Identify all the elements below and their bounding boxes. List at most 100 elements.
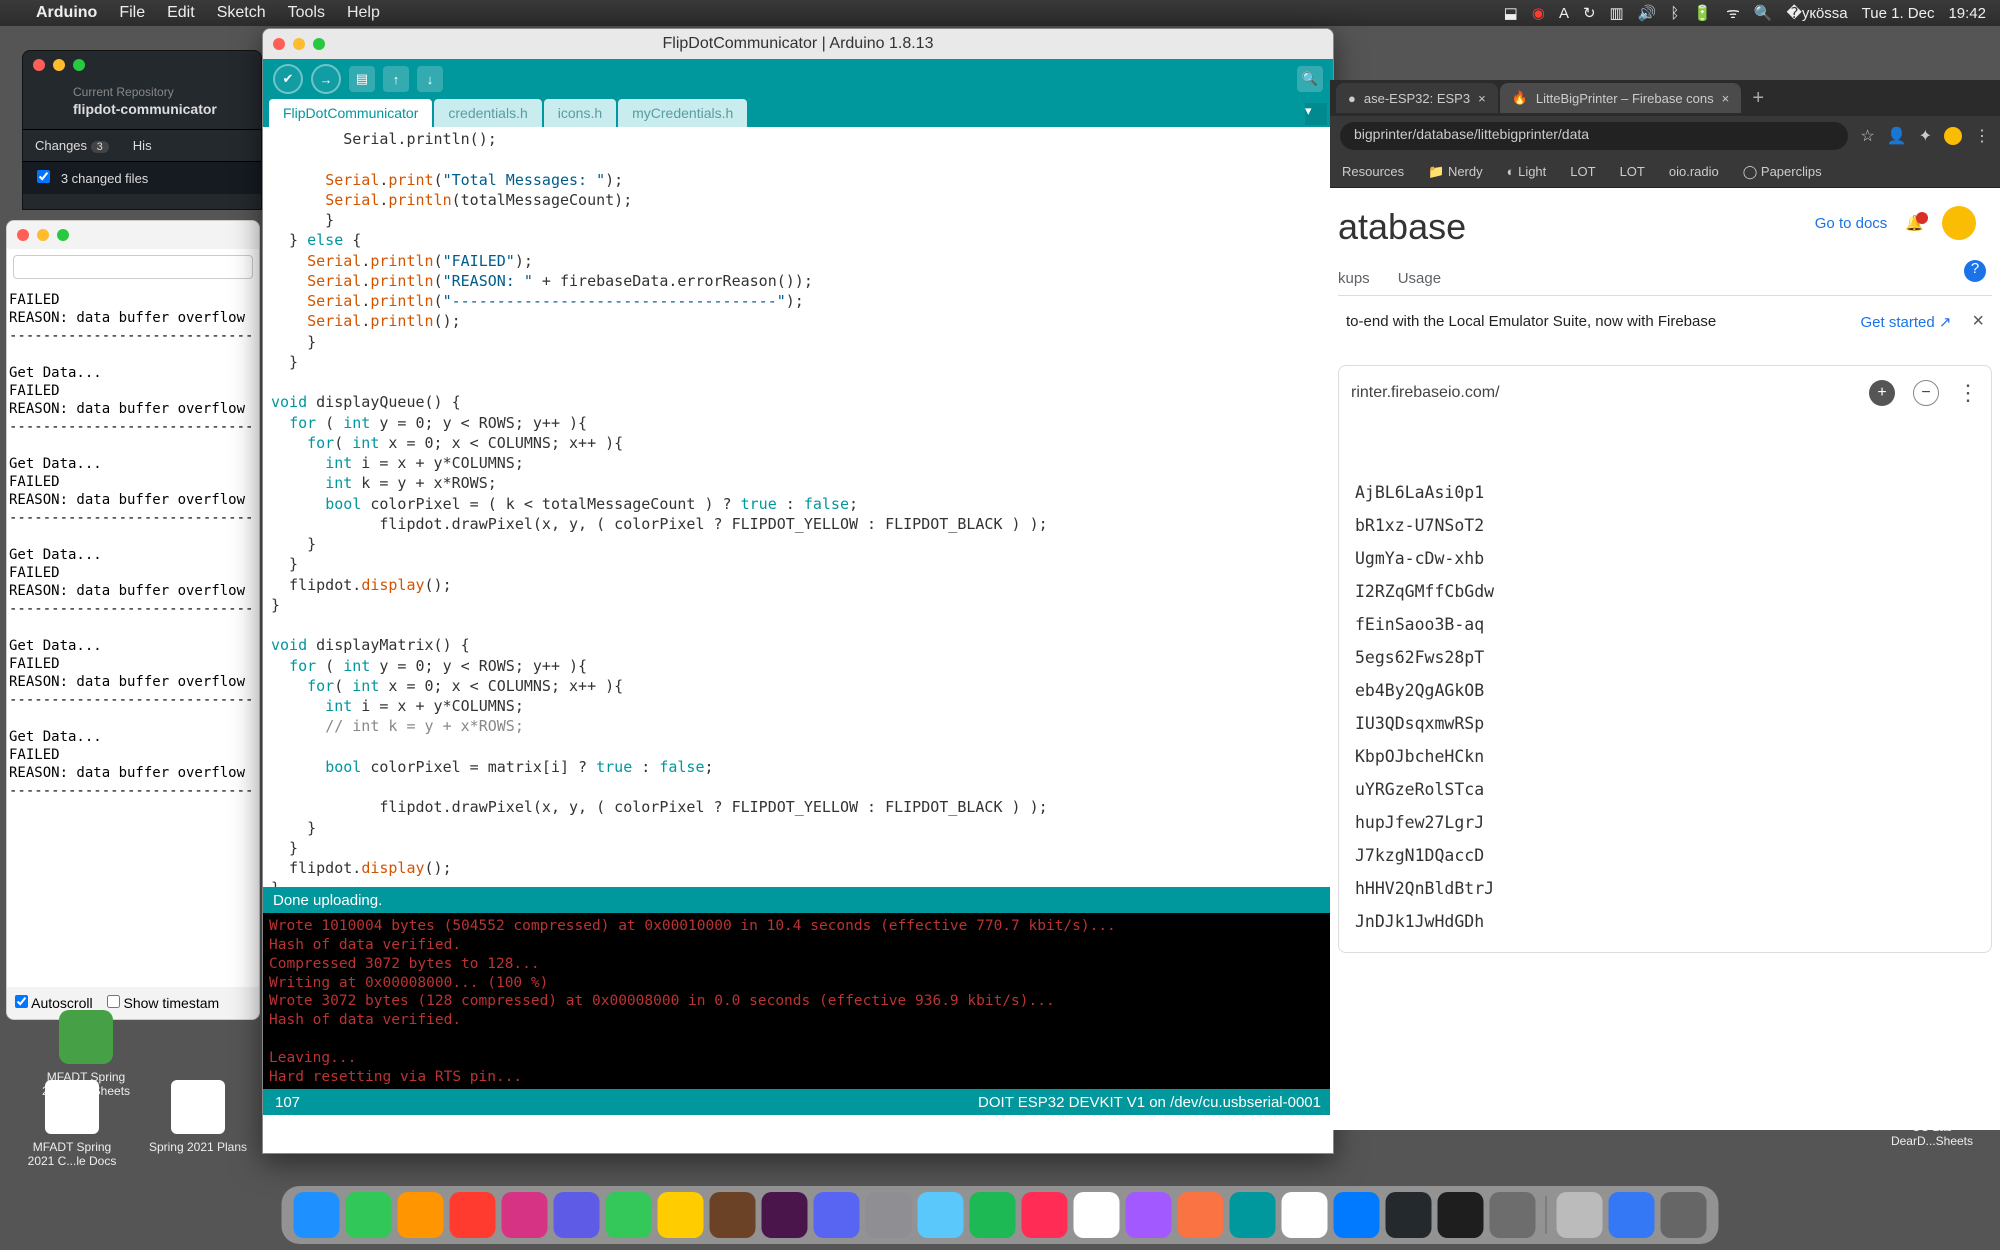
battery-pct-icon[interactable]: 🔋 [1693, 4, 1712, 22]
upload-button[interactable]: → [311, 64, 341, 94]
dock-app[interactable] [1386, 1192, 1432, 1238]
database-node[interactable]: fEinSaoo3B-aq [1355, 608, 1979, 641]
dock-app[interactable] [1609, 1192, 1655, 1238]
profile-icon[interactable] [1944, 127, 1962, 145]
control-center-icon[interactable]: �укössa [1787, 4, 1848, 22]
dock-app[interactable] [1282, 1192, 1328, 1238]
spotlight-icon[interactable]: 🔍 [1754, 4, 1773, 22]
kebab-menu-icon[interactable]: ⋮ [1974, 126, 1990, 146]
database-node[interactable]: bR1xz-U7NSoT2 [1355, 509, 1979, 542]
dock-app[interactable] [450, 1192, 496, 1238]
menu-file[interactable]: File [119, 4, 145, 22]
browser-tab[interactable]: 🔥 LitteBigPrinter – Firebase cons × [1500, 83, 1742, 113]
dock-app[interactable] [1074, 1192, 1120, 1238]
dock-app[interactable] [866, 1192, 912, 1238]
dock-app[interactable] [1230, 1192, 1276, 1238]
timemachine-icon[interactable]: ↻ [1583, 4, 1596, 22]
tab-dropdown-icon[interactable]: ▾ [1305, 103, 1327, 125]
desktop-icon[interactable]: MFADT Spring 2021 C...le Docs [22, 1080, 122, 1168]
node-menu-icon[interactable]: ⋮ [1957, 380, 1979, 406]
database-node[interactable]: J7kzgN1DQaccD [1355, 839, 1979, 872]
menu-help[interactable]: Help [347, 4, 380, 22]
verify-button[interactable]: ✔ [273, 64, 303, 94]
window-controls[interactable] [23, 51, 261, 79]
help-icon[interactable]: ? [1964, 260, 1986, 282]
bookmark-item[interactable]: ◐ Light [1507, 164, 1547, 179]
editor-tab[interactable]: myCredentials.h [618, 99, 747, 127]
address-bar[interactable]: bigprinter/database/littebigprinter/data [1340, 122, 1848, 150]
database-node[interactable]: 5egs62Fws28pT [1355, 641, 1979, 674]
database-node[interactable]: UgmYa-cDw-xhb [1355, 542, 1979, 575]
dock-app[interactable] [658, 1192, 704, 1238]
close-banner-icon[interactable]: × [1972, 310, 1984, 332]
dock-app[interactable] [606, 1192, 652, 1238]
autoscroll-checkbox[interactable]: Autoscroll [15, 995, 93, 1011]
dock-app[interactable] [970, 1192, 1016, 1238]
dock-app[interactable] [1022, 1192, 1068, 1238]
save-sketch-button[interactable]: ↓ [417, 66, 443, 92]
dock-app[interactable] [814, 1192, 860, 1238]
repo-name[interactable]: flipdot-communicator [73, 101, 251, 117]
serial-filter-input[interactable] [13, 255, 253, 279]
menu-edit[interactable]: Edit [167, 4, 195, 22]
select-all-checkbox[interactable] [37, 170, 50, 183]
wifi-icon[interactable]: ᯤ [1726, 3, 1740, 23]
dock-app[interactable] [346, 1192, 392, 1238]
new-tab-button[interactable]: + [1743, 87, 1773, 110]
dock-app[interactable] [762, 1192, 808, 1238]
code-editor[interactable]: Serial.println(); Serial.print("Total Me… [263, 127, 1333, 887]
dock-app[interactable] [1438, 1192, 1484, 1238]
dock-app[interactable] [1178, 1192, 1224, 1238]
app-icon[interactable]: A [1559, 5, 1569, 22]
bookmark-item[interactable]: LOT [1620, 164, 1645, 179]
dock-app[interactable] [1490, 1192, 1536, 1238]
timestamp-checkbox[interactable]: Show timestam [107, 995, 220, 1011]
bookmark-item[interactable]: oio.radio [1669, 164, 1719, 179]
editor-tab[interactable]: credentials.h [434, 99, 541, 127]
dock-app[interactable] [710, 1192, 756, 1238]
dock-app[interactable] [1557, 1192, 1603, 1238]
dock-app[interactable] [502, 1192, 548, 1238]
database-node[interactable]: JnDJk1JwHdGDh [1355, 905, 1979, 938]
window-controls[interactable] [273, 38, 325, 50]
dock-app[interactable] [918, 1192, 964, 1238]
subtab[interactable]: Usage [1398, 270, 1441, 287]
dropbox-icon[interactable]: ⬓ [1504, 4, 1518, 22]
menubar-date[interactable]: Tue 1. Dec [1862, 5, 1935, 22]
notification-bell-icon[interactable]: 🔔 [1905, 214, 1924, 232]
get-started-link[interactable]: Get started ↗ [1861, 314, 1952, 331]
user-avatar[interactable] [1942, 206, 1976, 240]
star-icon[interactable]: ☆ [1860, 126, 1874, 146]
new-sketch-button[interactable]: ▤ [349, 66, 375, 92]
bookmark-item[interactable]: 📁 Nerdy [1428, 164, 1482, 180]
desktop-icon[interactable]: Spring 2021 Plans [148, 1080, 248, 1154]
editor-tab[interactable]: FlipDotCommunicator [269, 99, 432, 127]
dock-app[interactable] [294, 1192, 340, 1238]
menu-tools[interactable]: Tools [288, 4, 325, 22]
database-node[interactable]: KbpOJbcheHCkn [1355, 740, 1979, 773]
extension-icon[interactable]: ✦ [1919, 126, 1932, 146]
subtab[interactable]: kups [1338, 270, 1370, 287]
dock-app[interactable] [398, 1192, 444, 1238]
go-to-docs-link[interactable]: Go to docs [1815, 215, 1888, 232]
database-url[interactable]: rinter.firebaseio.com/ [1351, 384, 1500, 402]
dock-app[interactable] [1334, 1192, 1380, 1238]
dock-app[interactable] [1126, 1192, 1172, 1238]
dock-app[interactable] [554, 1192, 600, 1238]
menu-sketch[interactable]: Sketch [217, 4, 266, 22]
close-tab-icon[interactable]: × [1478, 91, 1486, 106]
add-node-button[interactable]: + [1869, 380, 1895, 406]
history-tab[interactable]: His [121, 130, 164, 161]
serial-monitor-button[interactable]: 🔍 [1297, 66, 1323, 92]
open-sketch-button[interactable]: ↑ [383, 66, 409, 92]
database-node[interactable]: hupJfew27LgrJ [1355, 806, 1979, 839]
battery-icon[interactable]: ▥ [1610, 4, 1624, 22]
volume-icon[interactable]: 🔊 [1638, 4, 1657, 22]
menubar-app-name[interactable]: Arduino [36, 4, 97, 22]
bookmark-item[interactable]: LOT [1570, 164, 1595, 179]
database-node[interactable]: hHHV2QnBldBtrJ [1355, 872, 1979, 905]
database-node[interactable]: IU3QDsqxmwRSp [1355, 707, 1979, 740]
editor-tab[interactable]: icons.h [544, 99, 616, 127]
status-icon[interactable]: ◉ [1532, 4, 1545, 22]
database-node[interactable]: eb4By2QgAGkOB [1355, 674, 1979, 707]
